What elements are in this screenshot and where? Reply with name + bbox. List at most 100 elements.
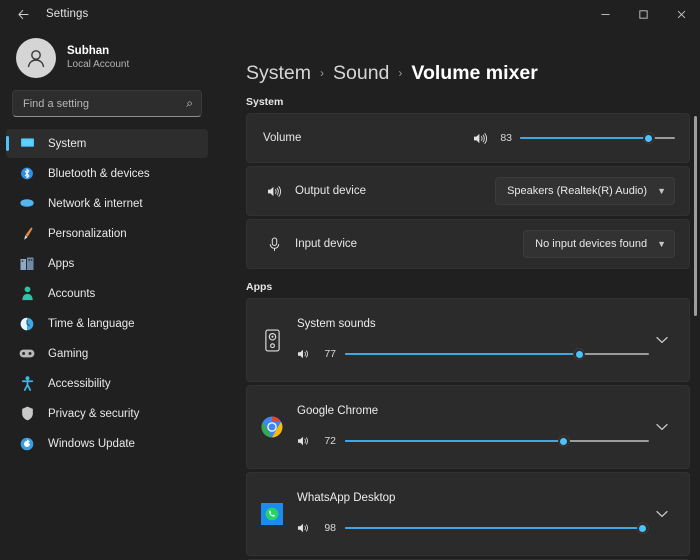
sidebar-item-bluetooth-devices[interactable]: Bluetooth & devices bbox=[6, 159, 208, 188]
sidebar-item-apps[interactable]: Apps bbox=[6, 249, 208, 278]
slider-thumb[interactable] bbox=[636, 522, 649, 534]
volume-slider-group: 83 bbox=[473, 130, 675, 146]
sidebar-item-gaming[interactable]: Gaming bbox=[6, 339, 208, 368]
section-heading-apps: Apps bbox=[246, 281, 273, 293]
breadcrumb-item-volume-mixer: Volume mixer bbox=[411, 61, 538, 84]
back-button[interactable] bbox=[8, 0, 38, 28]
sidebar-item-windows-update[interactable]: Windows Update bbox=[6, 429, 208, 458]
maximize-icon bbox=[638, 9, 648, 19]
slider-thumb[interactable] bbox=[642, 132, 655, 144]
clock-globe-icon bbox=[18, 316, 36, 332]
speaker-wave-icon bbox=[263, 185, 285, 198]
search-container: ⌕ bbox=[12, 90, 202, 117]
volume-card: Volume 83 bbox=[246, 113, 690, 163]
chevron-down-icon: ▼ bbox=[657, 186, 666, 196]
sidebar-item-accessibility[interactable]: Accessibility bbox=[6, 369, 208, 398]
content-pane: System › Sound › Volume mixer System Vol… bbox=[214, 28, 700, 560]
apps-cards: System sounds 77 Google Chrome 72 WhatsA… bbox=[224, 298, 700, 560]
content-scrollbar[interactable] bbox=[694, 116, 697, 558]
system-cards: Volume 83 Output device Speakers (Realte… bbox=[224, 113, 700, 269]
output-device-card: Output device Speakers (Realtek(R) Audio… bbox=[246, 166, 690, 216]
person-avatar-icon bbox=[27, 50, 45, 68]
sidebar-item-time-language[interactable]: Time & language bbox=[6, 309, 208, 338]
speaker-wave-icon[interactable] bbox=[297, 348, 311, 360]
breadcrumb-item-sound[interactable]: Sound bbox=[333, 62, 389, 85]
account-card[interactable]: Subhan Local Account bbox=[0, 32, 214, 88]
sidebar-item-label: Privacy & security bbox=[48, 407, 140, 420]
breadcrumb: System › Sound › Volume mixer bbox=[224, 28, 700, 84]
slider-thumb[interactable] bbox=[573, 348, 586, 360]
output-device-dropdown[interactable]: Speakers (Realtek(R) Audio) ▼ bbox=[495, 177, 675, 205]
globe-network-icon bbox=[18, 196, 36, 212]
chevron-down-icon: ▼ bbox=[657, 239, 666, 249]
speaker-wave-icon[interactable] bbox=[297, 435, 311, 447]
gamepad-icon bbox=[18, 346, 36, 362]
input-device-card: Input device No input devices found ▼ bbox=[246, 219, 690, 269]
sidebar-item-label: Accounts bbox=[48, 287, 96, 300]
person-account-icon bbox=[18, 286, 36, 302]
input-device-dropdown[interactable]: No input devices found ▼ bbox=[523, 230, 675, 258]
maximize-button[interactable] bbox=[624, 0, 662, 28]
app-volume-slider[interactable] bbox=[345, 520, 649, 536]
search-input[interactable] bbox=[23, 97, 183, 110]
output-device-value: Speakers (Realtek(R) Audio) bbox=[507, 185, 648, 197]
input-device-label: Input device bbox=[295, 238, 358, 250]
app-slider-group: 98 bbox=[297, 520, 649, 536]
avatar bbox=[16, 38, 56, 78]
app-name: WhatsApp Desktop bbox=[297, 492, 396, 504]
sidebar: Subhan Local Account ⌕ bbox=[0, 28, 214, 560]
app-row: Google Chrome 72 bbox=[247, 386, 689, 468]
slider-fill bbox=[345, 440, 564, 442]
volume-slider[interactable] bbox=[520, 130, 675, 146]
app-expander-button[interactable] bbox=[649, 501, 675, 527]
monitor-icon bbox=[18, 136, 36, 152]
scrollbar-thumb[interactable] bbox=[694, 116, 697, 316]
slider-thumb[interactable] bbox=[557, 435, 570, 447]
close-button[interactable] bbox=[662, 0, 700, 28]
title-bar: Settings bbox=[0, 0, 700, 28]
accessibility-person-icon bbox=[18, 376, 36, 392]
app-slider-group: 72 bbox=[297, 433, 649, 449]
volume-value: 83 bbox=[500, 132, 512, 144]
system-speaker-icon bbox=[259, 327, 285, 353]
app-expander-button[interactable] bbox=[649, 327, 675, 353]
bluetooth-icon bbox=[18, 166, 36, 182]
speaker-wave-icon[interactable] bbox=[473, 132, 488, 145]
app-name: System sounds bbox=[297, 318, 376, 330]
sidebar-item-privacy-security[interactable]: Privacy & security bbox=[6, 399, 208, 428]
close-icon bbox=[677, 10, 685, 18]
chrome-logo-icon bbox=[259, 414, 285, 440]
breadcrumb-item-system[interactable]: System bbox=[246, 62, 311, 85]
shield-icon bbox=[18, 406, 36, 422]
output-device-row: Output device Speakers (Realtek(R) Audio… bbox=[247, 167, 689, 215]
sidebar-item-label: System bbox=[48, 137, 87, 150]
paintbrush-icon bbox=[18, 226, 36, 242]
output-device-label: Output device bbox=[295, 185, 366, 197]
breadcrumb-separator: › bbox=[398, 66, 403, 80]
search-box[interactable]: ⌕ bbox=[12, 90, 202, 117]
sidebar-item-label: Accessibility bbox=[48, 377, 111, 390]
volume-label: Volume bbox=[263, 132, 302, 144]
app-volume-slider[interactable] bbox=[345, 346, 649, 362]
back-arrow-icon bbox=[17, 9, 29, 19]
app-card-google-chrome: Google Chrome 72 bbox=[246, 385, 690, 469]
settings-window: Settings Subhan Local Account Find a set… bbox=[0, 0, 700, 560]
app-expander-button[interactable] bbox=[649, 414, 675, 440]
sidebar-nav-list: System Bluetooth & devices Network & int… bbox=[0, 129, 214, 459]
app-volume-slider[interactable] bbox=[345, 433, 649, 449]
whatsapp-logo-icon bbox=[259, 501, 285, 527]
input-device-row: Input device No input devices found ▼ bbox=[247, 220, 689, 268]
sidebar-item-network-internet[interactable]: Network & internet bbox=[6, 189, 208, 218]
app-card-system-sounds: System sounds 77 bbox=[246, 298, 690, 382]
sidebar-item-label: Windows Update bbox=[48, 437, 135, 450]
sidebar-item-label: Personalization bbox=[48, 227, 127, 240]
chevron-down-icon bbox=[656, 423, 668, 431]
sidebar-item-personalization[interactable]: Personalization bbox=[6, 219, 208, 248]
minimize-button[interactable] bbox=[586, 0, 624, 28]
sidebar-item-system[interactable]: System bbox=[6, 129, 208, 158]
sidebar-item-label: Bluetooth & devices bbox=[48, 167, 150, 180]
sidebar-item-accounts[interactable]: Accounts bbox=[6, 279, 208, 308]
sidebar-item-label: Apps bbox=[48, 257, 75, 270]
app-volume-value: 72 bbox=[324, 435, 336, 447]
speaker-wave-icon[interactable] bbox=[297, 522, 311, 534]
